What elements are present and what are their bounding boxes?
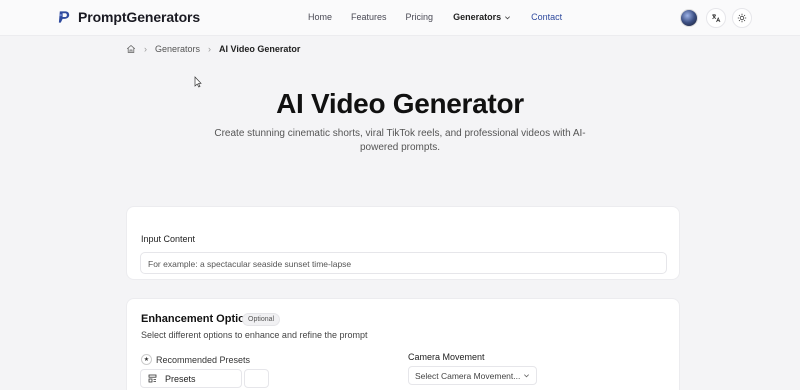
recommended-presets-text: Recommended Presets: [156, 354, 251, 365]
top-navigation-bar: PromptGenerators Home Features Pricing G…: [0, 0, 800, 36]
theme-toggle-button[interactable]: [732, 8, 752, 28]
nav-pricing[interactable]: Pricing: [406, 12, 434, 22]
enhancement-options-card: Enhancement Options Optional Select diff…: [126, 298, 680, 390]
page-subtitle: Create stunning cinematic shorts, viral …: [214, 128, 586, 153]
enhancement-title: Enhancement Options: [141, 313, 258, 325]
sun-icon: [737, 13, 747, 23]
presets-secondary-button[interactable]: [244, 369, 269, 388]
nav-generators-label: Generators: [453, 12, 502, 22]
nav-contact[interactable]: Contact: [531, 12, 562, 22]
main-nav: Home Features Pricing Generators Contact: [308, 12, 562, 22]
presets-icon: [148, 374, 157, 383]
input-content-card: Input Content For example: a spectacular…: [126, 206, 680, 280]
translate-icon: [712, 14, 721, 23]
recommended-presets-label: ★ Recommended Presets: [141, 354, 250, 365]
nav-features[interactable]: Features: [351, 12, 387, 22]
presets-button[interactable]: Presets: [140, 369, 242, 388]
user-avatar[interactable]: [680, 9, 698, 27]
page-title: AI Video Generator: [276, 88, 524, 119]
nav-generators[interactable]: Generators: [453, 12, 511, 22]
brand-logo[interactable]: PromptGenerators: [57, 9, 200, 25]
chevron-down-icon: [505, 15, 511, 19]
input-content-label: Input Content: [141, 234, 196, 244]
breadcrumb-generators[interactable]: Generators: [155, 44, 200, 54]
mouse-cursor-icon: [194, 76, 202, 88]
home-icon[interactable]: [126, 44, 136, 54]
breadcrumb-separator: ›: [144, 44, 147, 54]
input-content-field[interactable]: For example: a spectacular seaside sunse…: [140, 252, 667, 274]
chevron-down-icon: [524, 374, 529, 378]
enhancement-description: Select different options to enhance and …: [141, 330, 368, 340]
camera-movement-select[interactable]: Select Camera Movement...: [408, 366, 537, 385]
brand-logo-icon: [58, 11, 70, 23]
breadcrumb-current: AI Video Generator: [219, 44, 301, 54]
presets-button-label: Presets: [165, 373, 196, 384]
star-icon: ★: [141, 354, 152, 365]
camera-movement-label: Camera Movement: [408, 352, 485, 362]
optional-badge: Optional: [242, 313, 281, 326]
language-button[interactable]: [706, 8, 726, 28]
breadcrumb-separator: ›: [208, 44, 212, 54]
breadcrumb: › Generators › AI Video Generator: [126, 44, 300, 54]
brand-name: PromptGenerators: [78, 9, 201, 25]
nav-home[interactable]: Home: [308, 12, 332, 22]
camera-movement-placeholder: Select Camera Movement...: [415, 370, 521, 381]
